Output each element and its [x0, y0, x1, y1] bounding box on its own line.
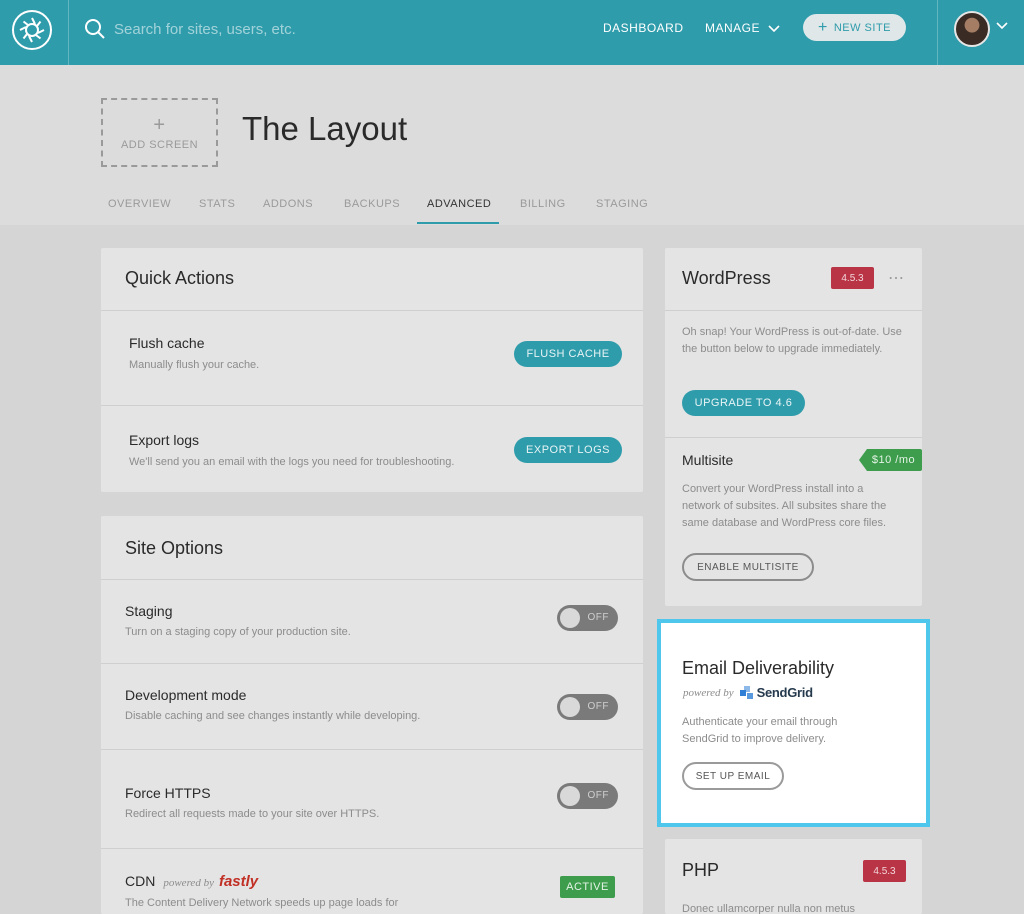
- tab-stats[interactable]: STATS: [199, 198, 235, 210]
- divider: [665, 310, 922, 311]
- site-options-title: Site Options: [125, 538, 224, 558]
- new-site-label: NEW SITE: [833, 21, 891, 34]
- tab-backups[interactable]: BACKUPS: [344, 198, 400, 210]
- cdn-title-row: CDN powered by fastly: [125, 873, 258, 890]
- toggle-label: OFF: [587, 790, 609, 801]
- search-icon[interactable]: [84, 18, 106, 40]
- export-logs-button[interactable]: EXPORT LOGS: [514, 437, 622, 463]
- nav-manage-label: MANAGE: [705, 21, 761, 35]
- flush-cache-button[interactable]: FLUSH CACHE: [514, 341, 622, 367]
- email-deliverability-title: Email Deliverability: [682, 658, 835, 678]
- flush-cache-desc: Manually flush your cache.: [129, 359, 260, 371]
- plus-icon: +: [817, 18, 828, 36]
- new-site-button[interactable]: + NEW SITE: [803, 14, 906, 41]
- avatar[interactable]: [954, 11, 990, 47]
- export-logs-title: Export logs: [129, 432, 200, 448]
- upgrade-wordpress-button[interactable]: UPGRADE TO 4.6: [682, 390, 805, 416]
- search-input[interactable]: [114, 14, 474, 44]
- enable-multisite-button[interactable]: ENABLE MULTISITE: [682, 553, 814, 581]
- tab-billing[interactable]: BILLING: [520, 198, 566, 210]
- more-dots-icon[interactable]: ⋯: [888, 268, 905, 288]
- toggle-label: OFF: [587, 612, 609, 623]
- dev-mode-desc: Disable caching and see changes instantl…: [125, 710, 421, 722]
- user-divider: [937, 0, 938, 65]
- cdn-title: CDN: [125, 873, 156, 889]
- page-title: The Layout: [242, 110, 408, 147]
- tab-addons[interactable]: ADDONS: [263, 198, 313, 210]
- multisite-price-badge: $10 /mo: [859, 449, 922, 471]
- quick-actions-title: Quick Actions: [125, 268, 235, 288]
- force-https-title: Force HTTPS: [125, 785, 211, 801]
- email-desc: Authenticate your email through SendGrid…: [682, 716, 838, 745]
- divider: [101, 310, 643, 311]
- plus-icon: +: [153, 113, 166, 136]
- staging-title: Staging: [125, 603, 173, 619]
- set-up-email-button[interactable]: SET UP EMAIL: [682, 762, 784, 790]
- multisite-desc: Convert your WordPress install into a ne…: [682, 483, 887, 529]
- tab-staging[interactable]: STAGING: [596, 198, 648, 210]
- staging-desc: Turn on a staging copy of your productio…: [125, 626, 351, 638]
- dev-mode-toggle[interactable]: OFF: [557, 694, 618, 720]
- top-bar: DASHBOARD MANAGE + NEW SITE: [0, 0, 1024, 65]
- cdn-desc: The Content Delivery Network speeds up p…: [125, 897, 399, 909]
- divider: [101, 579, 643, 580]
- wordpress-version-badge: 4.5.3: [831, 267, 874, 289]
- toggle-knob: [560, 786, 580, 806]
- add-screen-button[interactable]: + ADD SCREEN: [101, 98, 218, 167]
- divider: [101, 405, 643, 406]
- add-screen-label: ADD SCREEN: [120, 138, 199, 151]
- email-powered-by: powered by: [683, 686, 734, 699]
- divider: [101, 663, 643, 664]
- fastly-logo: fastly: [218, 873, 259, 890]
- force-https-toggle[interactable]: OFF: [557, 783, 618, 809]
- php-desc: Donec ullamcorper nulla non metus: [682, 903, 856, 914]
- active-tab-indicator: [417, 222, 499, 224]
- sendgrid-powered-row: powered by SendGrid: [683, 685, 813, 700]
- cdn-powered-by: powered by: [163, 877, 214, 889]
- toggle-knob: [560, 608, 580, 628]
- multisite-price: $10 /mo: [871, 454, 916, 466]
- flush-cache-title: Flush cache: [129, 335, 205, 351]
- force-https-desc: Redirect all requests made to your site …: [125, 808, 380, 820]
- cdn-status-badge: ACTIVE: [560, 876, 615, 898]
- toggle-label: OFF: [587, 701, 609, 712]
- nav-manage[interactable]: MANAGE: [705, 21, 780, 35]
- wordpress-message: Oh snap! Your WordPress is out-of-date. …: [682, 326, 902, 355]
- wordpress-title: WordPress: [682, 268, 771, 288]
- divider: [101, 749, 643, 750]
- php-version-badge: 4.5.3: [863, 860, 906, 882]
- php-title: PHP: [682, 860, 720, 880]
- tab-overview[interactable]: OVERVIEW: [108, 198, 171, 210]
- dev-mode-title: Development mode: [125, 687, 247, 703]
- export-logs-desc: We'll send you an email with the logs yo…: [129, 456, 455, 468]
- sendgrid-logo-icon: [739, 686, 753, 699]
- multisite-title: Multisite: [682, 452, 734, 468]
- logo-icon[interactable]: [12, 10, 52, 50]
- divider: [665, 437, 922, 438]
- tab-advanced[interactable]: ADVANCED: [427, 198, 491, 210]
- nav-dashboard[interactable]: DASHBOARD: [603, 21, 684, 35]
- divider: [101, 848, 643, 849]
- sendgrid-brand: SendGrid: [756, 685, 813, 700]
- staging-toggle[interactable]: OFF: [557, 605, 618, 631]
- toggle-knob: [560, 697, 580, 717]
- chevron-down-icon[interactable]: [996, 22, 1008, 30]
- logo-divider: [68, 0, 69, 65]
- chevron-down-icon: [768, 25, 780, 32]
